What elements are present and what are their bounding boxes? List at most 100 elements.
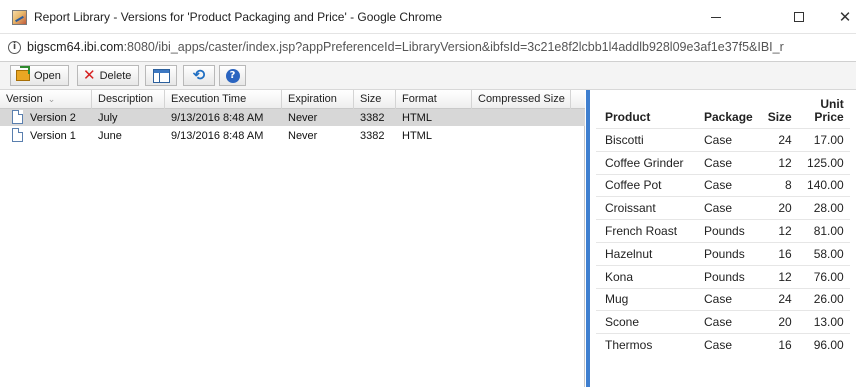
- column-header-version[interactable]: Version ⌄: [0, 90, 92, 109]
- column-header-size[interactable]: Size: [354, 90, 396, 109]
- report-cell-package: Pounds: [695, 219, 759, 243]
- cell-execution-time: 9/13/2016 8:48 AM: [171, 112, 264, 124]
- table-row[interactable]: Version 2 July 9/13/2016 8:48 AM Never 3…: [0, 109, 585, 126]
- cell-format: HTML: [402, 130, 432, 142]
- report-cell-package: Case: [695, 173, 759, 197]
- table-row[interactable]: Version 1 June 9/13/2016 8:48 AM Never 3…: [0, 127, 585, 144]
- view-toggle-icon: [152, 68, 170, 83]
- cell-format: HTML: [402, 112, 432, 124]
- column-header-description[interactable]: Description: [92, 90, 165, 109]
- report-cell-size: 20: [758, 310, 798, 334]
- report-cell-package: Case: [695, 150, 759, 175]
- window-title: Report Library - Versions for 'Product P…: [34, 10, 443, 24]
- report-cell-price: 125.00: [797, 150, 850, 175]
- close-icon: ✕: [838, 7, 852, 26]
- report-cell-size: 8: [758, 173, 798, 197]
- report-row: Coffee Grinder Case 12 125.00: [596, 150, 850, 175]
- cell-expiration: Never: [288, 130, 318, 142]
- url-path: :8080/ibi_apps/caster/index.jsp?appPrefe…: [123, 40, 784, 54]
- minimize-button[interactable]: [693, 0, 739, 34]
- report-cell-package: Case: [695, 310, 759, 334]
- title-bar: Report Library - Versions for 'Product P…: [0, 0, 856, 34]
- toolbar: Open ✕ Delete ⟲ ?: [0, 62, 856, 90]
- refresh-button[interactable]: ⟲: [183, 65, 215, 86]
- column-header-compressed-size[interactable]: Compressed Size: [472, 90, 571, 109]
- minimize-icon: [711, 16, 721, 18]
- help-button[interactable]: ?: [219, 65, 246, 86]
- report-header-size: Size: [767, 110, 792, 124]
- grid-header: Version ⌄ Description Execution Time Expi…: [0, 90, 585, 109]
- report-library-app-icon: [12, 10, 27, 25]
- report-cell-package: Case: [695, 128, 759, 152]
- report-row: Hazelnut Pounds 16 58.00: [596, 241, 850, 266]
- report-cell-product: Thermos: [596, 333, 695, 357]
- report-cell-price: 13.00: [797, 310, 850, 334]
- report-preview-pane: Product Package Size Unit Price Biscotti C…: [590, 90, 856, 387]
- help-icon: ?: [225, 68, 240, 83]
- report-cell-price: 81.00: [797, 219, 850, 243]
- report-table: Product Package Size Unit Price Biscotti C…: [596, 98, 850, 357]
- report-cell-product: Biscotti: [596, 128, 695, 152]
- report-cell-price: 58.00: [797, 241, 850, 266]
- report-header-package: Package: [704, 110, 753, 124]
- url-text[interactable]: bigscm64.ibi.com:8080/ibi_apps/caster/in…: [27, 40, 856, 54]
- delete-button[interactable]: ✕ Delete: [77, 65, 139, 86]
- report-cell-package: Pounds: [695, 241, 759, 266]
- report-cell-size: 12: [758, 150, 798, 175]
- cell-version: Version 1: [30, 130, 76, 142]
- report-cell-size: 24: [758, 287, 798, 311]
- document-icon: [12, 110, 23, 124]
- report-header-unit-price: Unit Price: [798, 98, 850, 129]
- address-bar[interactable]: i bigscm64.ibi.com:8080/ibi_apps/caster/…: [0, 34, 856, 62]
- close-button[interactable]: ✕: [822, 0, 856, 34]
- report-cell-package: Case: [695, 287, 759, 311]
- report-cell-product: Hazelnut: [596, 241, 695, 266]
- cell-description: June: [98, 130, 122, 142]
- report-row: Biscotti Case 24 17.00: [596, 128, 850, 152]
- report-header-unit: Unit: [820, 97, 844, 111]
- delete-icon: ✕: [83, 66, 96, 84]
- url-host: bigscm64.ibi.com: [27, 40, 124, 54]
- column-header-execution-time[interactable]: Execution Time: [165, 90, 282, 109]
- cell-description: July: [98, 112, 118, 124]
- report-cell-size: 24: [758, 128, 798, 152]
- report-cell-product: Mug: [596, 287, 695, 311]
- column-header-format[interactable]: Format: [396, 90, 472, 109]
- cell-expiration: Never: [288, 112, 318, 124]
- report-cell-package: Case: [695, 333, 759, 357]
- report-cell-product: Kona: [596, 264, 695, 289]
- open-label: Open: [34, 69, 61, 82]
- report-cell-size: 16: [758, 333, 798, 357]
- delete-label: Delete: [99, 69, 132, 82]
- open-icon: [16, 66, 30, 81]
- sort-descending-icon: ⌄: [47, 94, 56, 104]
- report-row: Croissant Case 20 28.00: [596, 196, 850, 220]
- report-cell-package: Pounds: [695, 264, 759, 289]
- report-cell-product: Croissant: [596, 196, 695, 220]
- report-cell-product: Coffee Pot: [596, 173, 695, 197]
- report-cell-size: 16: [758, 241, 798, 266]
- report-cell-size: 20: [758, 196, 798, 220]
- report-cell-price: 76.00: [797, 264, 850, 289]
- report-row: Mug Case 24 26.00: [596, 287, 850, 311]
- report-header-price: Price: [814, 110, 844, 124]
- report-cell-package: Case: [695, 196, 759, 220]
- report-cell-product: Scone: [596, 310, 695, 334]
- open-button[interactable]: Open: [10, 65, 69, 86]
- info-icon[interactable]: i: [8, 41, 21, 54]
- report-cell-product: French Roast: [596, 219, 695, 243]
- report-cell-size: 12: [758, 219, 798, 243]
- report-cell-size: 12: [758, 264, 798, 289]
- column-header-expiration[interactable]: Expiration: [282, 90, 354, 109]
- report-cell-price: 96.00: [797, 333, 850, 357]
- versions-grid: Version ⌄ Description Execution Time Expi…: [0, 90, 585, 387]
- document-icon: [12, 128, 23, 142]
- view-toggle-button[interactable]: [145, 65, 177, 86]
- report-cell-price: 17.00: [797, 128, 850, 152]
- report-header-product: Product: [605, 110, 651, 124]
- report-row: Scone Case 20 13.00: [596, 310, 850, 334]
- report-cell-price: 28.00: [797, 196, 850, 220]
- report-cell-price: 140.00: [797, 173, 850, 197]
- maximize-button[interactable]: [776, 0, 822, 34]
- maximize-icon: [794, 12, 804, 22]
